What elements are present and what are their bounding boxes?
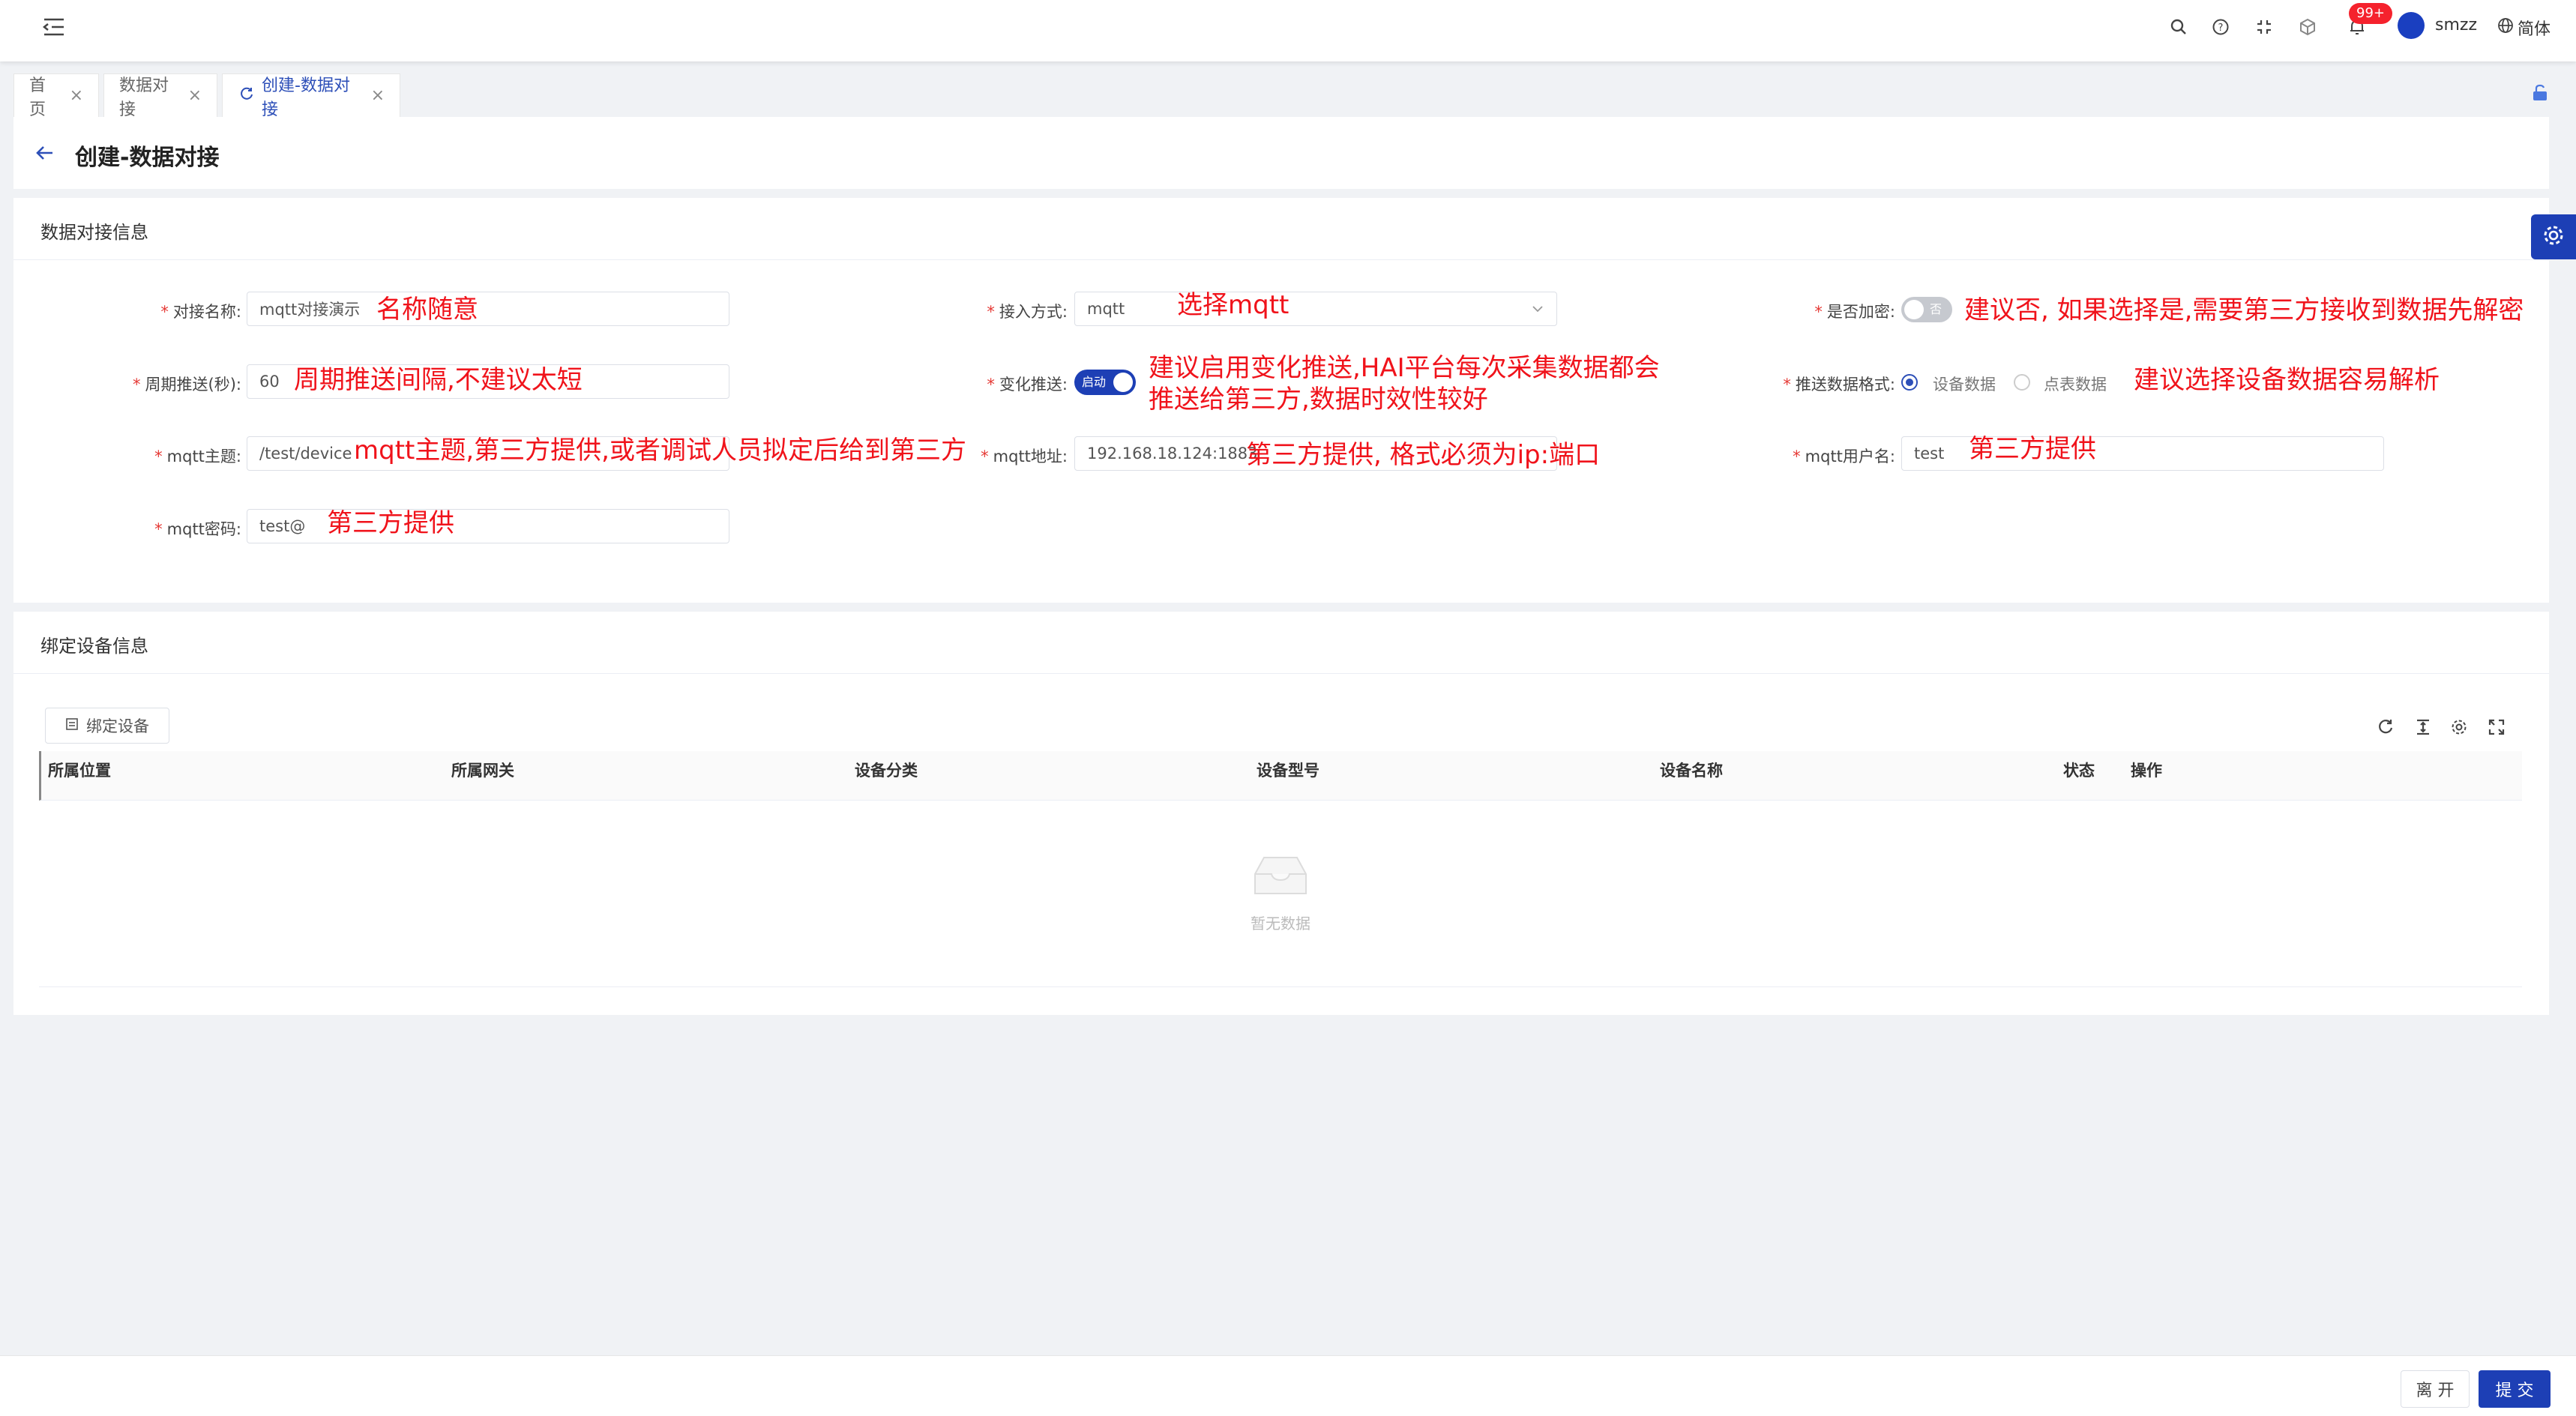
tab-create-data-integration[interactable]: 创建-数据对接 ×	[222, 73, 400, 119]
tab-label: 首页	[29, 76, 46, 119]
column-height-icon[interactable]	[2411, 715, 2435, 739]
name-annotation: 名称随意	[376, 295, 478, 325]
name-input[interactable]: mqtt对接演示	[247, 292, 729, 326]
svg-text:?: ?	[2218, 22, 2224, 34]
encrypt-label: * 是否加密:	[1814, 303, 1895, 321]
password-label: * mqtt密码:	[154, 520, 241, 538]
switch-knob	[1904, 300, 1924, 319]
leave-button[interactable]: 离 开	[2401, 1370, 2470, 1408]
list-icon	[65, 717, 79, 735]
top-header: ? 99+ smzz 简体	[0, 0, 2576, 61]
chevron-down-icon	[1531, 301, 1544, 319]
notification-badge: 99+	[2349, 3, 2392, 24]
username-label[interactable]: smzz	[2435, 16, 2477, 34]
reload-icon[interactable]	[2374, 715, 2398, 739]
access-annotation: 选择mqtt	[1177, 290, 1289, 320]
tab-home[interactable]: 首页 ×	[13, 73, 99, 119]
change-switch[interactable]: 启动	[1074, 370, 1136, 395]
change-annotation-line2: 推送给第三方,数据时效性较好	[1149, 385, 1488, 415]
page-title: 创建-数据对接	[75, 145, 220, 171]
tab-bar: 首页 × 数据对接 × 创建-数据对接 ×	[0, 66, 2576, 119]
format-annotation: 建议选择设备数据容易解析	[2134, 365, 2440, 395]
topic-label: * mqtt主题:	[154, 448, 241, 466]
empty-text: 暂无数据	[1251, 915, 1310, 933]
section-divider	[13, 259, 2549, 260]
menu-fold-icon[interactable]	[39, 12, 69, 42]
access-select[interactable]: mqtt	[1074, 292, 1557, 326]
section-title: 绑定设备信息	[40, 636, 148, 657]
tab-label: 创建-数据对接	[262, 76, 350, 119]
column-header-status: 状态	[2063, 762, 2095, 780]
expand-icon[interactable]	[2485, 715, 2509, 739]
column-header-action: 操作	[2131, 762, 2162, 780]
format-label: * 推送数据格式:	[1783, 376, 1895, 394]
back-arrow-icon[interactable]	[34, 142, 55, 166]
settings-icon[interactable]	[2447, 715, 2471, 739]
cube-icon[interactable]	[2294, 13, 2321, 40]
format-radio-point[interactable]	[2014, 374, 2030, 391]
section-divider	[13, 673, 2549, 674]
password-input[interactable]: test@	[247, 509, 729, 543]
refresh-icon[interactable]	[239, 86, 254, 106]
encrypt-switch[interactable]: 否	[1901, 297, 1952, 322]
bind-device-button[interactable]: 绑定设备	[45, 708, 169, 744]
column-header-name: 设备名称	[1660, 762, 1723, 780]
change-annotation-line1: 建议启用变化推送,HAI平台每次采集数据都会	[1149, 353, 1660, 383]
column-header-category: 设备分类	[855, 762, 918, 780]
username-field-label: * mqtt用户名:	[1793, 448, 1895, 466]
footer-bar	[0, 1355, 2576, 1416]
device-card: 绑定设备信息	[13, 612, 2549, 1015]
lock-icon[interactable]	[2527, 79, 2554, 106]
page-title-bar: 创建-数据对接	[13, 117, 2549, 189]
tab-data-integration[interactable]: 数据对接 ×	[103, 73, 217, 119]
period-label: * 周期推送(秒):	[133, 376, 241, 394]
access-label: * 接入方式:	[987, 303, 1068, 321]
topic-annotation: mqtt主题,第三方提供,或者调试人员拟定后给到第三方	[354, 436, 966, 466]
encrypt-annotation: 建议否, 如果选择是,需要第三方接收到数据先解密	[1964, 295, 2524, 325]
close-icon[interactable]: ×	[188, 86, 202, 105]
switch-knob	[1113, 373, 1133, 392]
period-annotation: 周期推送间隔,不建议太短	[294, 365, 583, 395]
submit-button[interactable]: 提 交	[2479, 1370, 2551, 1408]
format-option-point-label[interactable]: 点表数据	[2044, 373, 2107, 395]
section-title: 数据对接信息	[40, 222, 148, 243]
floating-settings-button[interactable]	[2531, 214, 2576, 259]
gear-icon	[2542, 223, 2566, 250]
column-header-location: 所属位置	[48, 762, 111, 780]
fullscreen-icon[interactable]	[2251, 13, 2278, 40]
close-icon[interactable]: ×	[70, 86, 83, 105]
tab-label: 数据对接	[119, 76, 169, 119]
password-annotation: 第三方提供	[327, 508, 454, 538]
switch-text: 启动	[1082, 375, 1107, 389]
switch-text: 否	[1930, 302, 1942, 316]
column-header-model: 设备型号	[1257, 762, 1319, 780]
language-switch[interactable]: 简体	[2518, 16, 2551, 40]
format-option-device-label[interactable]: 设备数据	[1933, 373, 1996, 395]
name-label: * 对接名称:	[160, 303, 241, 321]
close-icon[interactable]: ×	[371, 86, 385, 105]
column-header-gateway: 所属网关	[451, 762, 514, 780]
globe-icon[interactable]	[2497, 16, 2515, 34]
avatar[interactable]	[2398, 12, 2425, 39]
username-annotation: 第三方提供	[1969, 434, 2096, 464]
table-bottom-divider	[39, 986, 2522, 987]
change-label: * 变化推送:	[987, 376, 1068, 394]
help-icon[interactable]: ?	[2207, 13, 2234, 40]
empty-inbox-icon	[1251, 853, 1310, 901]
search-icon[interactable]	[2165, 13, 2192, 40]
address-label: * mqtt地址:	[981, 448, 1068, 466]
format-radio-device[interactable]	[1901, 374, 1918, 391]
address-annotation: 第三方提供, 格式必须为ip:端口	[1246, 440, 1601, 470]
